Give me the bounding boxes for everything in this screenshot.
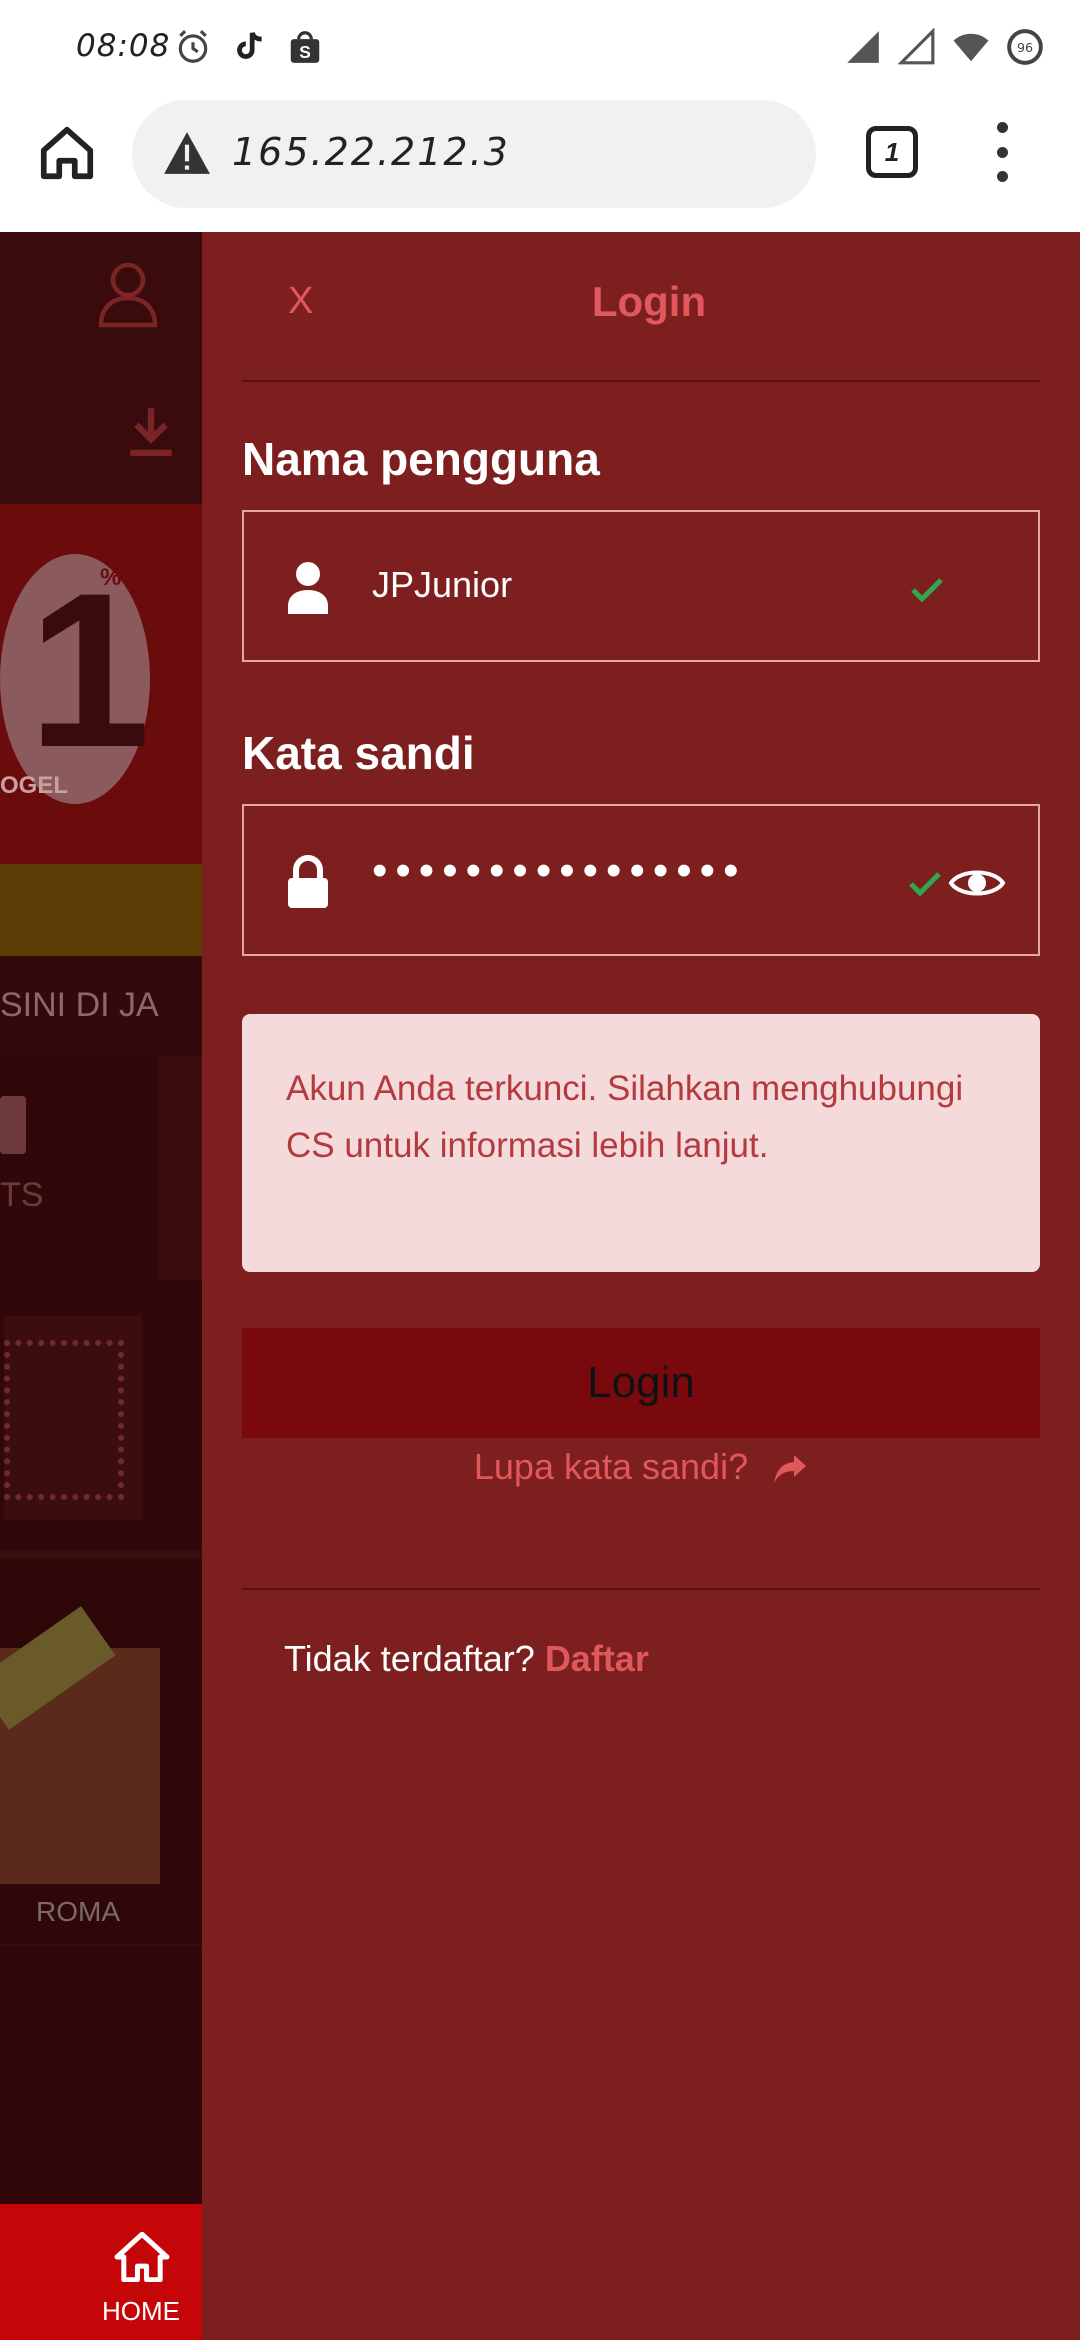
system-icons: 96 bbox=[844, 28, 1044, 66]
game-tile bbox=[0, 1606, 160, 1884]
game-tile bbox=[0, 1312, 146, 1524]
check-icon bbox=[909, 872, 941, 897]
gold-strip bbox=[0, 864, 202, 956]
eye-icon[interactable] bbox=[948, 862, 1006, 904]
username-field[interactable]: JPJunior bbox=[242, 510, 1040, 662]
login-button[interactable]: Login bbox=[242, 1328, 1040, 1438]
download-icon bbox=[130, 408, 172, 456]
shop-icon: S bbox=[290, 31, 320, 63]
browser-toolbar: 165.22.212.3 1 bbox=[0, 96, 1080, 232]
error-alert: Akun Anda terkunci. Silahkan menghubungi… bbox=[242, 1014, 1040, 1272]
status-bar: 08:08 S 96 bbox=[0, 0, 1080, 96]
check-icon bbox=[911, 578, 943, 603]
category-bar: TS › bbox=[0, 1056, 202, 1280]
slot-machine-icon bbox=[0, 1096, 26, 1154]
separator bbox=[0, 1944, 202, 1946]
forgot-password-text[interactable]: Lupa kata sandi? bbox=[474, 1446, 748, 1487]
banner-tag: OGEL bbox=[0, 772, 69, 799]
nav-home-label: HOME bbox=[102, 2296, 180, 2326]
username-label: Nama pengguna bbox=[242, 433, 600, 485]
hot-ribbon bbox=[0, 1606, 116, 1730]
password-field[interactable]: •••••••••••••••• bbox=[242, 804, 1040, 956]
user-icon bbox=[98, 262, 158, 328]
address-bar[interactable]: 165.22.212.3 bbox=[132, 100, 816, 208]
separator bbox=[0, 1550, 202, 1558]
banner-percent: % bbox=[100, 564, 122, 591]
svg-text:S: S bbox=[299, 42, 311, 62]
more-vert-icon[interactable] bbox=[990, 122, 1014, 182]
signal-icon bbox=[847, 31, 879, 63]
marquee-text: SINI DI JA bbox=[0, 986, 159, 1024]
lock-icon bbox=[288, 855, 328, 908]
error-message: Akun Anda terkunci. Silahkan menghubungi… bbox=[286, 1069, 964, 1165]
svg-text:96: 96 bbox=[1017, 40, 1033, 55]
tabs-button[interactable]: 1 bbox=[866, 126, 918, 178]
background-page: 1 % OGEL SINI DI JA TS › ROMA HOME bbox=[0, 232, 202, 2340]
notification-icons: S bbox=[174, 28, 324, 66]
register-row: Tidak terdaftar? Daftar bbox=[284, 1638, 649, 1680]
drawer-title: Login bbox=[591, 278, 707, 325]
forgot-password-link[interactable]: Lupa kata sandi? bbox=[202, 1446, 1080, 1488]
alarm-icon bbox=[178, 30, 208, 63]
url-text[interactable]: 165.22.212.3 bbox=[232, 130, 510, 174]
tiktok-icon bbox=[237, 31, 262, 59]
user-icon bbox=[288, 562, 328, 614]
divider bbox=[242, 1588, 1040, 1590]
password-label: Kata sandi bbox=[242, 727, 475, 779]
register-prompt: Tidak terdaftar? bbox=[284, 1638, 535, 1679]
share-arrow-icon bbox=[774, 1455, 807, 1484]
wifi-icon bbox=[953, 33, 989, 62]
register-link[interactable]: Daftar bbox=[545, 1638, 649, 1679]
login-drawer: X Login Nama pengguna JPJunior Kata sand… bbox=[202, 232, 1080, 2340]
banner-number: 1 bbox=[28, 547, 151, 793]
marquee: SINI DI JA bbox=[0, 956, 202, 1056]
password-value[interactable]: •••••••••••••••• bbox=[372, 846, 746, 896]
username-value[interactable]: JPJunior bbox=[372, 564, 512, 606]
home-icon bbox=[114, 2232, 170, 2282]
signal-empty-icon bbox=[898, 28, 935, 65]
status-time: 08:08 bbox=[76, 28, 171, 64]
category-next: › bbox=[158, 1056, 202, 1280]
game-label: ROMA bbox=[36, 1896, 120, 1927]
category-label: TS bbox=[0, 1176, 44, 1214]
bg-header bbox=[0, 232, 202, 504]
drawer-header: X Login bbox=[242, 232, 1040, 382]
battery-icon: 96 bbox=[1007, 29, 1043, 65]
warning-icon[interactable] bbox=[162, 130, 212, 176]
promo-banner: 1 % OGEL bbox=[0, 504, 202, 864]
game-tile-art bbox=[4, 1340, 124, 1500]
nav-home: HOME bbox=[0, 2204, 202, 2340]
home-icon[interactable] bbox=[36, 122, 98, 184]
